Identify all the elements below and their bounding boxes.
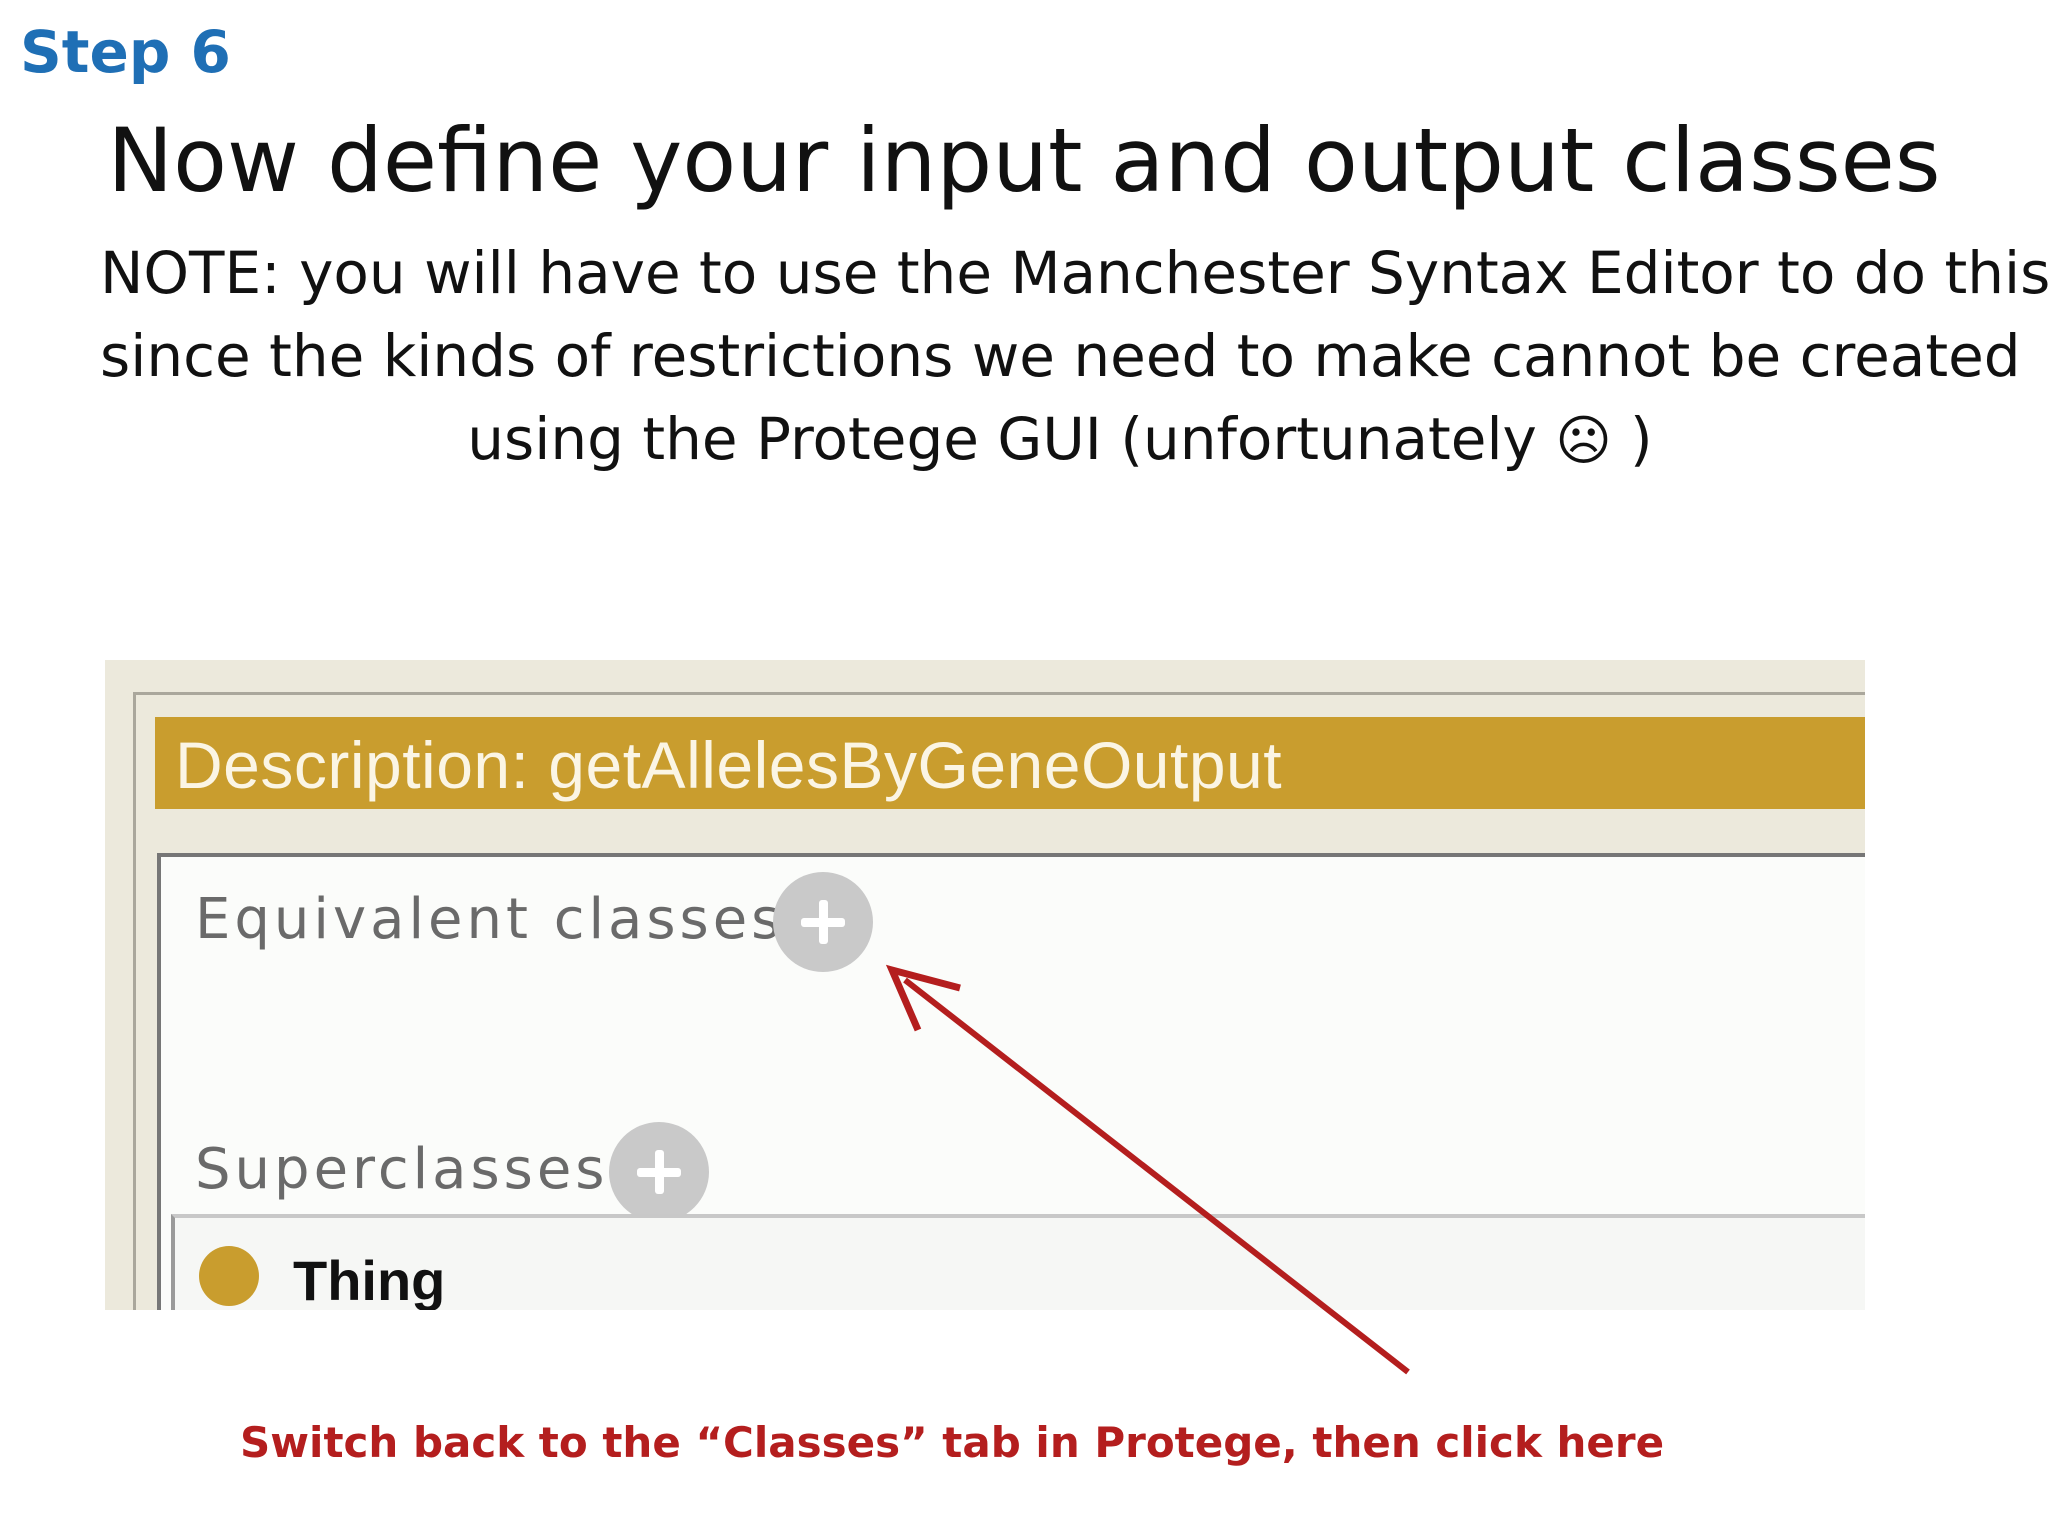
- arrow-shaft: [903, 977, 1410, 1375]
- annotation-caption: Switch back to the “Classes” tab in Prot…: [240, 1418, 1665, 1467]
- annotation-arrow: [885, 964, 1410, 1375]
